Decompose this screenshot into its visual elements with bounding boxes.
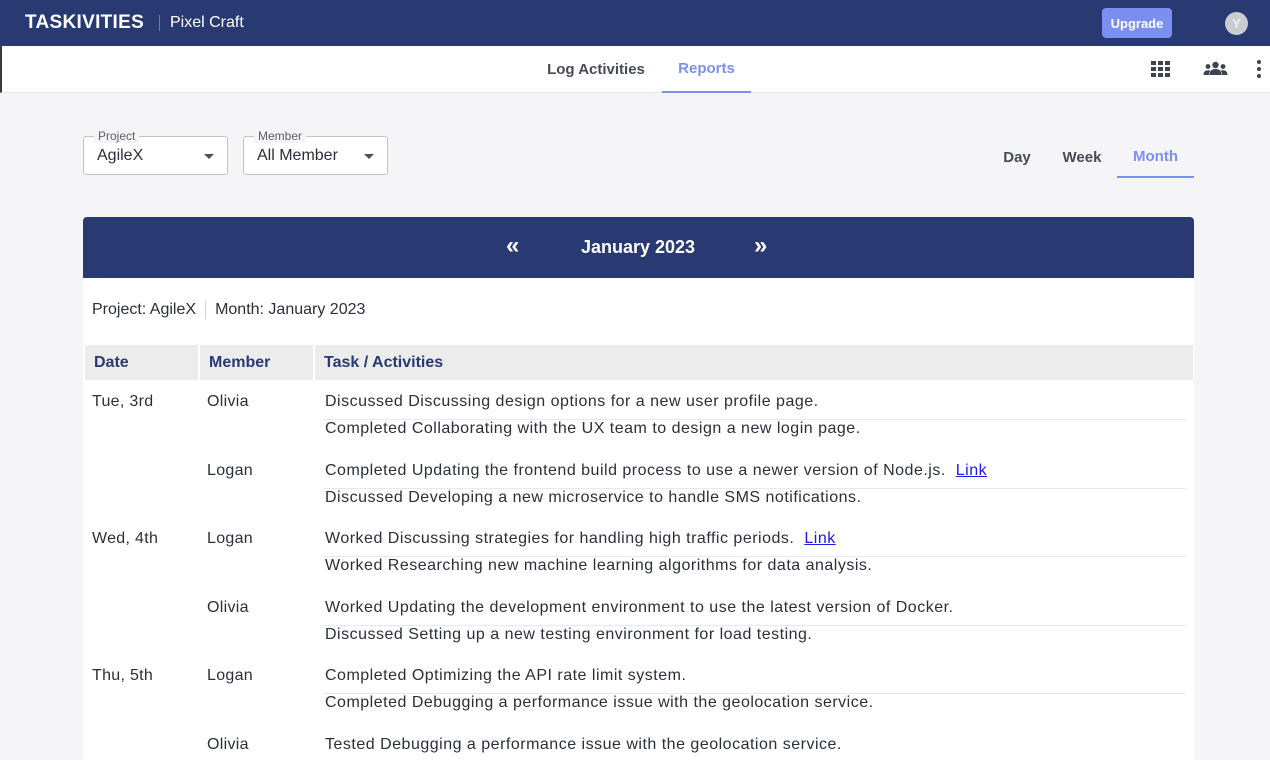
previous-month-icon[interactable]: «	[506, 234, 519, 258]
activity-item: Completed Updating the frontend build pr…	[323, 462, 1186, 489]
workspace-name[interactable]: Pixel Craft	[170, 14, 244, 32]
summary-project: Project: AgileX	[92, 301, 197, 318]
people-icon[interactable]	[1203, 60, 1228, 82]
report-header: « January 2023 »	[83, 217, 1194, 278]
project-select-value: AgileX	[97, 147, 144, 164]
logo-divider	[159, 15, 160, 31]
row-member: Logan	[207, 530, 253, 547]
activity-text: Worked Researching new machine learning …	[325, 557, 873, 574]
row-date: Tue, 3rd	[92, 393, 154, 410]
activity-item: Worked Updating the development environm…	[323, 599, 1186, 626]
activity-item: Worked Researching new machine learning …	[323, 557, 1186, 584]
tab-month[interactable]: Month	[1117, 136, 1194, 178]
top-bar: TASKIVITIES Pixel Craft Upgrade Y	[0, 0, 1270, 46]
activity-item: Discussed Setting up a new testing envir…	[323, 626, 1186, 653]
row-date: Wed, 4th	[92, 530, 159, 547]
grid-icon[interactable]	[1151, 61, 1170, 77]
tab-log-activities[interactable]: Log Activities	[530, 46, 662, 93]
tab-reports[interactable]: Reports	[662, 46, 751, 93]
table-header: Date Member Task / Activities	[85, 345, 1193, 380]
next-month-icon[interactable]: »	[754, 234, 767, 258]
activity-text: Completed Collaborating with the UX team…	[325, 420, 861, 437]
activity-link[interactable]: Link	[956, 462, 987, 479]
activity-link[interactable]: Link	[804, 530, 835, 547]
column-header-task: Task / Activities	[315, 345, 1193, 380]
column-header-member: Member	[200, 345, 313, 380]
member-select[interactable]: Member All Member	[243, 129, 388, 175]
report-card: « January 2023 » Project: AgileX Month: …	[83, 217, 1194, 760]
user-avatar[interactable]: Y	[1225, 12, 1248, 35]
activity-item: Completed Debugging a performance issue …	[323, 694, 1186, 721]
activity-text: Tested Debugging a performance issue wit…	[325, 735, 842, 753]
caret-down-icon	[364, 154, 374, 159]
activity-item: Completed Optimizing the API rate limit …	[323, 667, 1186, 694]
column-header-date: Date	[85, 345, 198, 380]
row-member: Logan	[207, 667, 253, 684]
activity-item: Tested Debugging a performance issue wit…	[323, 736, 1186, 760]
activity-item: Discussed Developing a new microservice …	[323, 489, 1186, 516]
summary-divider	[205, 301, 207, 319]
kebab-menu-icon[interactable]	[1256, 60, 1262, 78]
project-select[interactable]: Project AgileX	[83, 129, 228, 175]
activity-item: Completed Collaborating with the UX team…	[323, 420, 1186, 447]
row-member: Olivia	[207, 598, 249, 616]
member-select-value: All Member	[257, 147, 338, 164]
report-summary: Project: AgileX Month: January 2023	[92, 301, 365, 319]
sub-navigation: Log Activities Reports	[0, 46, 1270, 93]
row-member: Olivia	[207, 735, 249, 753]
activity-text: Worked Updating the development environm…	[325, 598, 954, 616]
project-select-label: Project	[94, 129, 140, 143]
row-member: Olivia	[207, 393, 249, 410]
row-date: Thu, 5th	[92, 667, 154, 684]
activity-text: Discussed Setting up a new testing envir…	[325, 625, 813, 643]
activity-text: Completed Debugging a performance issue …	[325, 694, 874, 711]
activity-item: Worked Discussing strategies for handlin…	[323, 530, 1186, 557]
tab-week[interactable]: Week	[1052, 136, 1112, 178]
row-member: Logan	[207, 461, 253, 479]
tab-day[interactable]: Day	[993, 136, 1041, 178]
activity-item: Discussed Discussing design options for …	[323, 393, 1186, 420]
app-logo[interactable]: TASKIVITIES	[25, 12, 144, 34]
activity-text: Completed Updating the frontend build pr…	[325, 461, 946, 479]
activity-text: Discussed Discussing design options for …	[325, 393, 819, 410]
activity-text: Completed Optimizing the API rate limit …	[325, 667, 687, 684]
report-month-title: January 2023	[580, 237, 696, 257]
activity-text: Discussed Developing a new microservice …	[325, 488, 862, 506]
caret-down-icon	[204, 154, 214, 159]
summary-month: Month: January 2023	[215, 301, 366, 318]
upgrade-button[interactable]: Upgrade	[1102, 8, 1172, 38]
member-select-label: Member	[254, 129, 307, 143]
activity-text: Worked Discussing strategies for handlin…	[325, 530, 795, 547]
